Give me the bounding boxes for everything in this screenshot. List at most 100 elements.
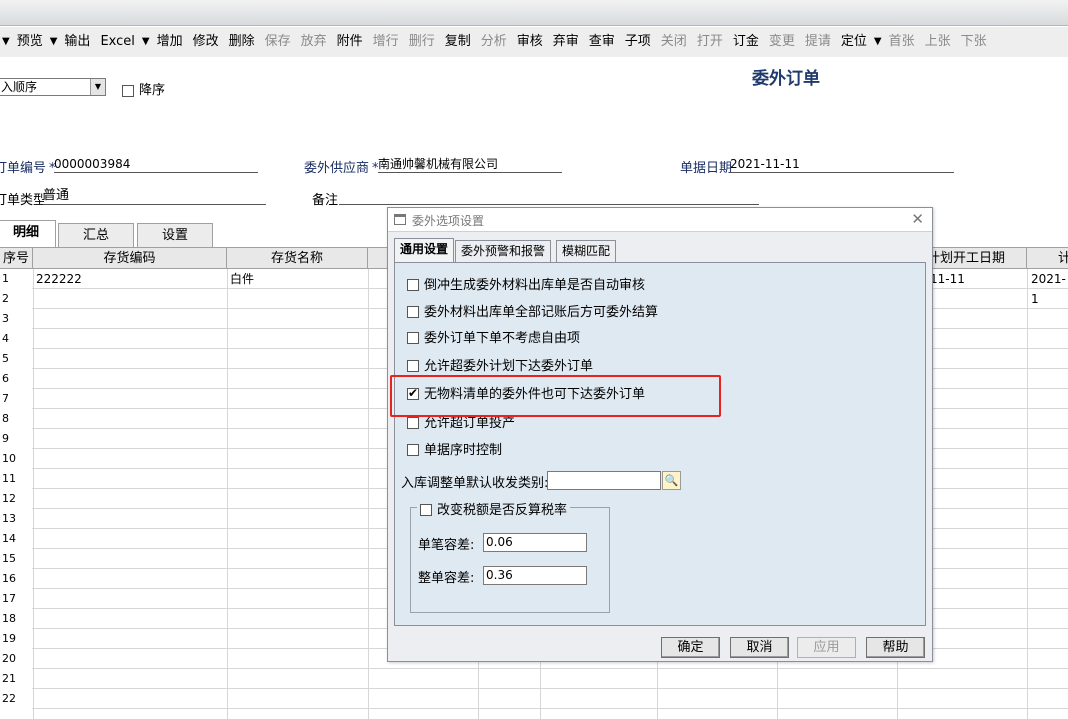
toolbar-button[interactable]: 订金 — [728, 27, 764, 57]
option-item[interactable]: 委外订单下单不考虑自由项 — [407, 331, 580, 347]
tab-fuzzy-match[interactable]: 模糊匹配 — [556, 240, 617, 262]
option-label: 单据序时控制 — [424, 443, 503, 458]
tab-settings[interactable]: 设置 — [137, 223, 213, 247]
single-tolerance-label: 单笔容差: — [418, 538, 475, 553]
option-checkbox[interactable] — [407, 360, 419, 372]
tax-recalc-option[interactable]: 改变税额是否反算税率 — [417, 499, 571, 518]
chevron-down-icon[interactable]: ▼ — [48, 27, 60, 57]
row-number: 17 — [0, 589, 32, 609]
tab-general-settings[interactable]: 通用设置 — [394, 238, 455, 263]
toolbar-button[interactable]: 弃审 — [548, 27, 584, 57]
order-type-field[interactable]: 普通 — [43, 188, 266, 205]
toolbar-button[interactable]: 保存 — [260, 27, 296, 57]
tab-alerts[interactable]: 委外预警和报警 — [455, 240, 552, 262]
tax-recalc-label: 改变税额是否反算税率 — [437, 503, 568, 518]
cell-inventory-name[interactable]: 白件 — [227, 269, 254, 289]
tab-summary[interactable]: 汇总 — [58, 223, 134, 247]
order-no-field[interactable]: 0000003984 — [54, 156, 258, 173]
chevron-down-icon[interactable]: ▼ — [872, 27, 884, 57]
toolbar-button[interactable]: 定位 — [836, 27, 872, 57]
chevron-down-icon[interactable]: ▼ — [140, 27, 152, 57]
order-type-label: 订单类型 — [0, 193, 47, 208]
chevron-down-icon[interactable]: ▼ — [0, 27, 12, 57]
remark-field[interactable] — [339, 188, 759, 205]
date-field[interactable]: 2021-11-11 — [730, 156, 954, 173]
toolbar-button[interactable]: 下张 — [956, 27, 992, 57]
option-checkbox[interactable] — [407, 306, 419, 318]
option-checkbox[interactable] — [407, 332, 419, 344]
toolbar-button[interactable]: 变更 — [764, 27, 800, 57]
option-checkbox[interactable] — [407, 444, 419, 456]
col-header-plan-end[interactable]: 计 — [1027, 248, 1068, 269]
row-number: 13 — [0, 509, 32, 529]
toolbar-button[interactable]: 审核 — [512, 27, 548, 57]
toolbar-button[interactable]: 修改 — [188, 27, 224, 57]
tax-recalc-group: 改变税额是否反算税率 单笔容差: 0.06 整单容差: 0.36 — [410, 499, 610, 613]
ok-button[interactable]: 确定 — [661, 637, 720, 658]
sort-order-select[interactable]: 入顺序 ▼ — [0, 78, 106, 96]
toolbar-button[interactable]: 分析 — [476, 27, 512, 57]
toolbar-button[interactable]: 查审 — [584, 27, 620, 57]
supplier-field[interactable]: 南通帅馨机械有限公司 — [378, 156, 562, 173]
row-number: 21 — [0, 669, 32, 689]
cell-inventory-code[interactable]: 222222 — [33, 269, 82, 289]
close-icon[interactable]: ✕ — [911, 210, 924, 228]
search-icon[interactable]: 🔍 — [662, 471, 681, 490]
toolbar-button[interactable]: 输出 — [59, 27, 95, 57]
table-row[interactable]: 21 — [0, 669, 1068, 689]
toolbar-button[interactable]: 增行 — [368, 27, 404, 57]
row-number: 2 — [0, 289, 32, 309]
toolbar-button[interactable]: 子项 — [620, 27, 656, 57]
date-label: 单据日期 — [680, 161, 733, 176]
toolbar-button[interactable]: 删行 — [404, 27, 440, 57]
chevron-down-icon[interactable]: ▼ — [90, 79, 105, 95]
cancel-button[interactable]: 取消 — [730, 637, 789, 658]
toolbar-button[interactable]: 提请 — [800, 27, 836, 57]
row-number: 15 — [0, 549, 32, 569]
help-button[interactable]: 帮助 — [866, 637, 925, 658]
option-checkbox[interactable] — [407, 279, 419, 291]
option-item[interactable]: 允许超委外计划下达委外订单 — [407, 359, 593, 375]
option-item[interactable]: 单据序时控制 — [407, 443, 502, 459]
descending-checkbox[interactable] — [122, 84, 134, 97]
row-number: 14 — [0, 529, 32, 549]
row-number: 20 — [0, 649, 32, 669]
whole-tolerance-label: 整单容差: — [418, 571, 475, 586]
toolbar-button[interactable]: Excel — [95, 27, 139, 57]
toolbar-button[interactable]: 预览 — [12, 27, 48, 57]
cell-plan-end[interactable]: 2021-1 — [1028, 269, 1068, 306]
descending-option[interactable]: 降序 — [117, 79, 165, 98]
general-settings-panel: 倒冲生成委外材料出库单是否自动审核 委外材料出库单全部记账后方可委外结算 委外订单下… — [390, 262, 926, 626]
outsourcing-options-dialog: 委外选项设置 ✕ 通用设置 委外预警和报警 模糊匹配 倒冲生成委外材料出库单是否… — [387, 207, 933, 662]
toolbar-button[interactable]: 首张 — [884, 27, 920, 57]
option-item[interactable]: 委外材料出库单全部记账后方可委外结算 — [407, 305, 658, 321]
toolbar-button[interactable]: 关闭 — [656, 27, 692, 57]
row-number: 7 — [0, 389, 32, 409]
toolbar-button[interactable]: 删除 — [224, 27, 260, 57]
row-number: 8 — [0, 409, 32, 429]
toolbar-button[interactable]: 附件 — [332, 27, 368, 57]
toolbar-button[interactable]: 增加 — [152, 27, 188, 57]
option-checkbox[interactable] — [407, 417, 419, 429]
table-row[interactable]: 22 — [0, 689, 1068, 709]
col-header-code[interactable]: 存货编码 — [33, 248, 227, 269]
row-number: 5 — [0, 349, 32, 369]
col-header-seq[interactable]: 序号 — [0, 248, 33, 269]
single-tolerance-input[interactable]: 0.06 — [483, 533, 587, 552]
inbound-category-input[interactable] — [547, 471, 661, 490]
col-header-name[interactable]: 存货名称 — [227, 248, 368, 269]
toolbar-button[interactable]: 打开 — [692, 27, 728, 57]
apply-button[interactable]: 应用 — [797, 637, 856, 658]
toolbar-button[interactable]: 复制 — [440, 27, 476, 57]
option-item[interactable]: 倒冲生成委外材料出库单是否自动审核 — [407, 278, 645, 294]
option-item[interactable]: 允许超订单投产 — [407, 416, 515, 432]
toolbar-button[interactable]: 放弃 — [296, 27, 332, 57]
whole-tolerance-input[interactable]: 0.36 — [483, 566, 587, 585]
row-number: 4 — [0, 329, 32, 349]
tax-recalc-checkbox[interactable] — [420, 504, 432, 516]
tab-detail[interactable]: 明细 — [0, 220, 56, 247]
remark-label: 备注 — [312, 193, 339, 208]
row-number: 18 — [0, 609, 32, 629]
option-label: 允许超委外计划下达委外订单 — [424, 359, 594, 374]
toolbar-button[interactable]: 上张 — [920, 27, 956, 57]
